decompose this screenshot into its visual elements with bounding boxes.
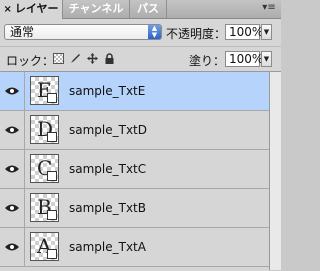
panel-tab-bar: × レイヤー チャンネル パス ▾≡ [0, 0, 281, 19]
eye-icon [5, 165, 19, 173]
layers-panel: × レイヤー チャンネル パス ▾≡ 通常 ▲ ▼ 不透明度： 100% ▼ ロック… [0, 0, 281, 271]
eye-icon [5, 243, 19, 251]
blend-mode-value: 通常 [10, 25, 35, 39]
layer-thumbnail: A [30, 232, 59, 261]
visibility-toggle[interactable] [0, 189, 25, 227]
blend-opacity-row: 通常 ▲ ▼ 不透明度： 100% ▼ [0, 19, 281, 45]
tab-channels-label: チャンネル [68, 2, 124, 15]
tab-channels[interactable]: チャンネル [63, 0, 130, 18]
layer-thumbnail: D [30, 115, 59, 144]
smart-object-icon [47, 210, 57, 220]
fill-dropdown-icon[interactable]: ▼ [261, 51, 272, 67]
layer-name[interactable]: sample_TxtA [69, 240, 146, 254]
layer-row[interactable]: A sample_TxtA [0, 228, 269, 267]
smart-object-icon [47, 93, 57, 103]
fill-input[interactable]: 100% [225, 51, 263, 67]
layer-row[interactable]: E sample_TxtE [0, 72, 269, 111]
lock-image-icon[interactable] [70, 53, 81, 64]
smart-object-icon [47, 171, 57, 181]
layer-name[interactable]: sample_TxtB [69, 201, 146, 215]
visibility-toggle[interactable] [0, 228, 25, 266]
lock-position-icon[interactable] [87, 53, 98, 64]
lock-label: ロック： [6, 54, 55, 68]
tab-paths-label: パス [137, 2, 159, 15]
layer-row[interactable]: C sample_TxtC [0, 150, 269, 189]
visibility-toggle[interactable] [0, 72, 25, 110]
fill-label: 塗り： [189, 54, 226, 68]
lock-transparency-icon[interactable] [53, 53, 64, 64]
layer-thumbnail: C [30, 154, 59, 183]
lock-fill-row: ロック： 塗り： 100% ▼ [0, 46, 281, 71]
layer-name[interactable]: sample_TxtC [69, 162, 146, 176]
opacity-label: 不透明度： [166, 27, 227, 41]
eye-icon [5, 204, 19, 212]
smart-object-icon [47, 249, 57, 259]
smart-object-icon [47, 132, 57, 142]
eye-icon [5, 87, 19, 95]
panel-menu-icon[interactable]: ▾≡ [262, 2, 276, 14]
layer-name[interactable]: sample_TxtE [69, 84, 145, 98]
tab-layers[interactable]: × レイヤー [0, 0, 63, 19]
visibility-toggle[interactable] [0, 150, 25, 188]
updown-arrows-icon: ▲ ▼ [148, 25, 161, 39]
visibility-toggle[interactable] [0, 111, 25, 149]
layer-thumbnail: B [30, 193, 59, 222]
close-icon[interactable]: × [3, 4, 11, 15]
opacity-dropdown-icon[interactable]: ▼ [261, 24, 272, 40]
eye-icon [5, 126, 19, 134]
blend-mode-select[interactable]: 通常 ▲ ▼ [4, 24, 162, 40]
tab-paths[interactable]: パス [130, 0, 167, 18]
layer-list: E sample_TxtE D sample_TxtD C sample_Txt… [0, 71, 269, 271]
opacity-input[interactable]: 100% [225, 24, 263, 40]
layer-thumbnail: E [30, 76, 59, 105]
layer-row[interactable]: B sample_TxtB [0, 189, 269, 228]
layer-list-scrollbar[interactable] [269, 71, 281, 270]
layer-row[interactable]: D sample_TxtD [0, 111, 269, 150]
lock-all-icon[interactable] [104, 53, 115, 64]
tab-layers-label: レイヤー [14, 2, 59, 15]
layer-name[interactable]: sample_TxtD [69, 123, 147, 137]
